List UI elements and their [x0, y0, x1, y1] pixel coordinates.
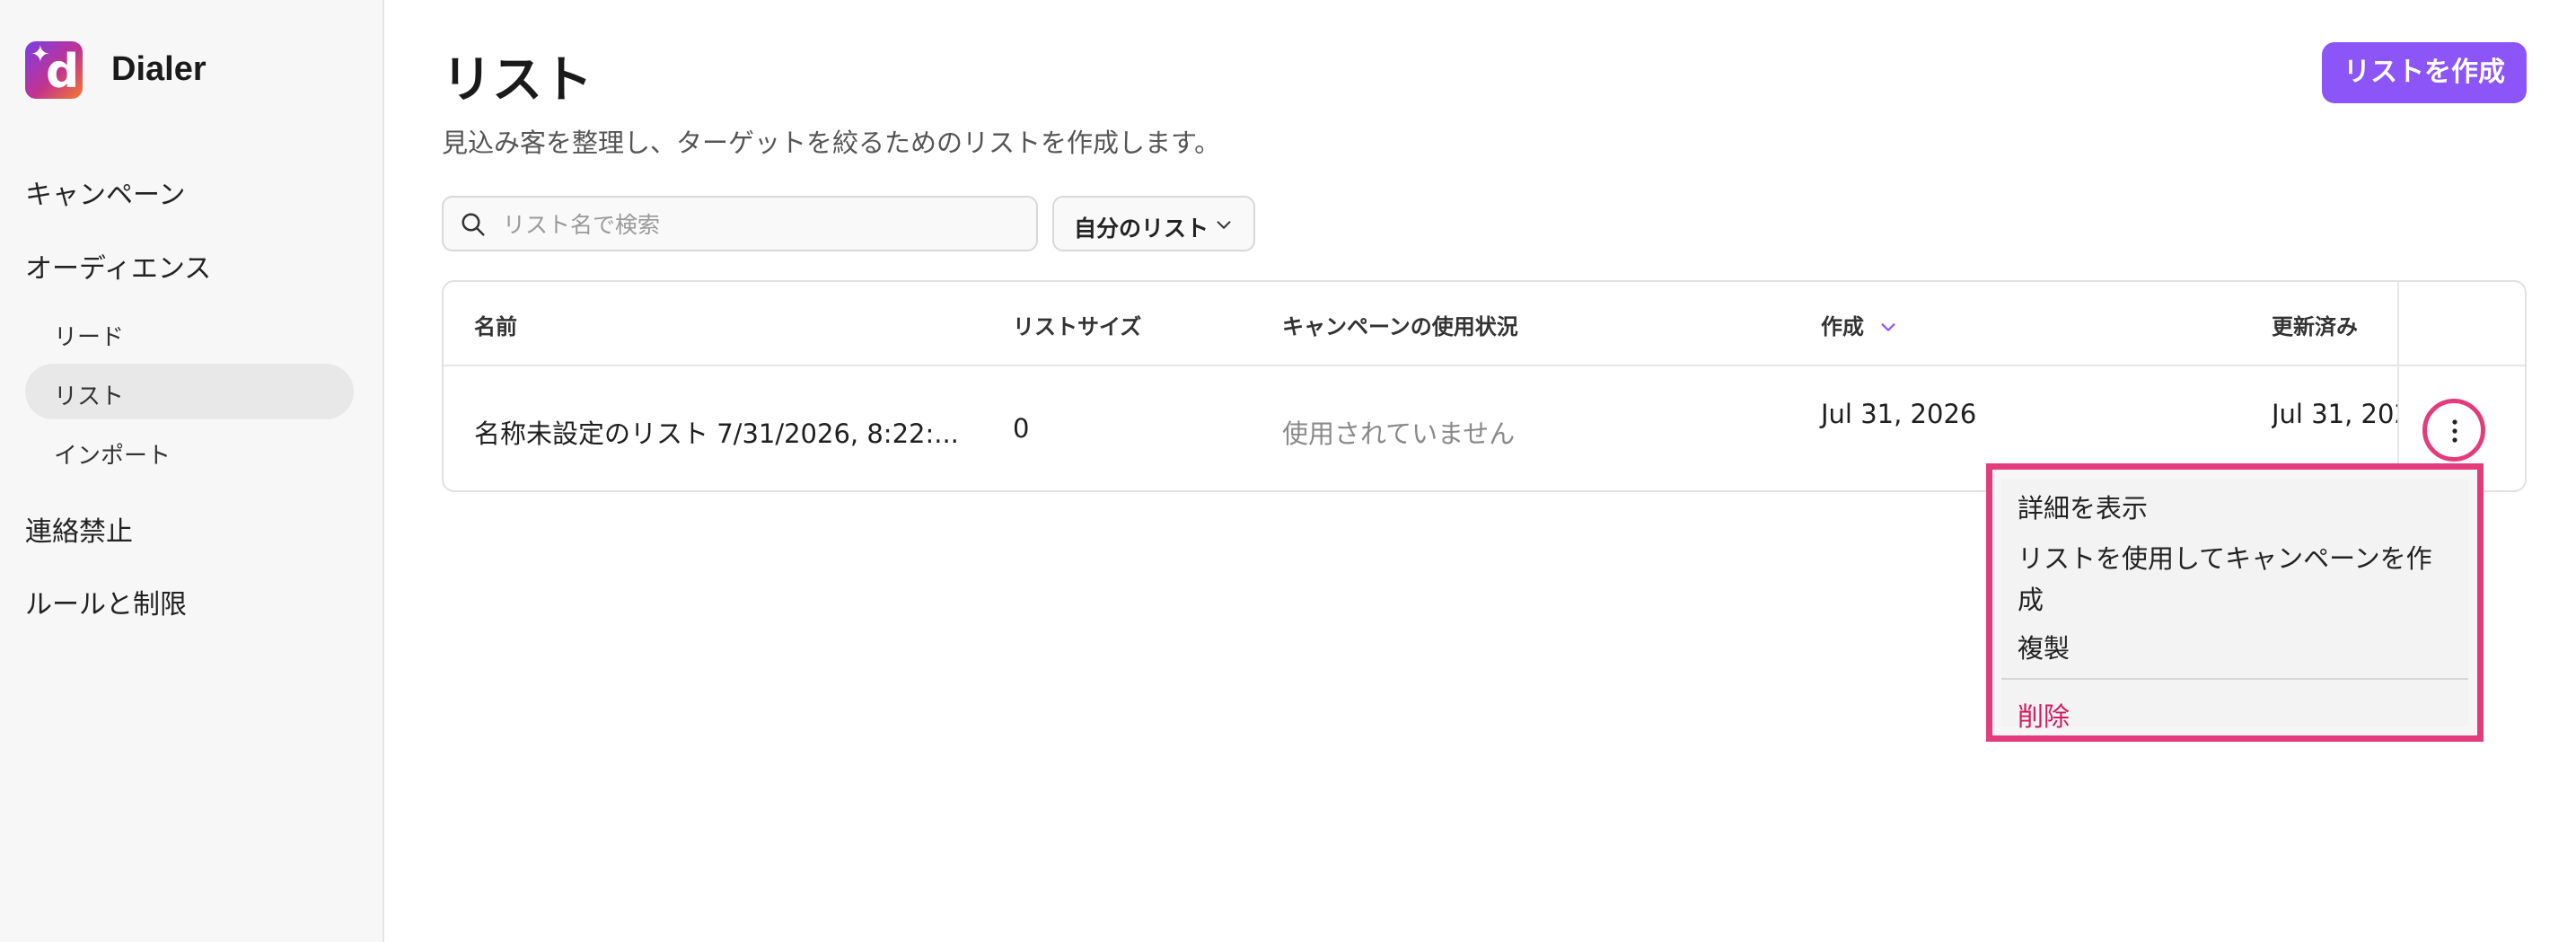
column-header-name[interactable]: 名前 [474, 309, 517, 340]
menu-item-create-campaign[interactable]: リストを使用してキャンペーンを作 成 [2018, 538, 2432, 617]
sidebar-item-campaigns[interactable]: キャンペーン [25, 172, 186, 212]
logo-letter: d [46, 45, 80, 99]
menu-item-duplicate[interactable]: 複製 [2018, 628, 2070, 665]
sidebar-item-do-not-contact[interactable]: 連絡禁止 [25, 509, 133, 549]
app: ✦ d Dialer キャンペーン オーディエンス リード リスト インポート … [0, 0, 2576, 942]
page-title: リスト [442, 51, 593, 110]
brand-name: Dialer [111, 50, 207, 88]
sidebar: ✦ d Dialer キャンペーン オーディエンス リード リスト インポート … [0, 0, 384, 942]
sort-chevron-down-icon [1881, 323, 1895, 331]
sidebar-item-lists[interactable]: リスト [54, 378, 124, 411]
cell-list-name[interactable]: 名称未設定のリスト 7/31/2026, 8:22:... [474, 413, 959, 451]
list-filter-dropdown[interactable]: 自分のリスト [1052, 196, 1255, 251]
cell-created: Jul 31, 2026 [1821, 399, 1977, 429]
sidebar-item-audience[interactable]: オーディエンス [25, 246, 211, 286]
menu-item-view-details[interactable]: 詳細を表示 [2018, 488, 2148, 525]
cell-updated: Jul 31, 202 [2272, 399, 2397, 429]
actions-column-divider [2397, 282, 2399, 490]
lists-table: 名前 リストサイズ キャンペーンの使用状況 作成 更新済み 名称未設定のリスト … [442, 280, 2527, 492]
page-subtitle: 見込み客を整理し、ターゲットを絞るためのリストを作成します。 [442, 128, 1221, 158]
chevron-down-icon [1217, 221, 1231, 229]
menu-divider [2001, 678, 2468, 680]
menu-item-create-campaign-line2: 成 [2018, 585, 2044, 615]
sidebar-item-rules-limits[interactable]: ルールと制限 [25, 582, 187, 621]
filter-label: 自分のリスト [1074, 216, 1209, 242]
menu-item-delete[interactable]: 削除 [2018, 696, 2070, 734]
column-header-created-label: 作成 [1821, 314, 1864, 339]
column-header-updated[interactable]: 更新済み [2272, 309, 2358, 340]
header-divider [444, 365, 2525, 366]
cell-campaign-usage: 使用されていません [1282, 418, 1516, 449]
sidebar-item-leads[interactable]: リード [54, 319, 124, 352]
search-icon [462, 213, 485, 236]
column-header-campaign-usage[interactable]: キャンペーンの使用状況 [1282, 309, 1518, 340]
menu-item-create-campaign-line1: リストを使用してキャンペーンを作 [2018, 543, 2432, 574]
cell-list-size: 0 [1013, 413, 1030, 444]
app-logo[interactable]: ✦ d [25, 41, 83, 99]
sidebar-item-import[interactable]: インポート [54, 437, 171, 471]
create-list-button[interactable]: リストを作成 [2322, 42, 2527, 103]
more-vertical-icon [2452, 419, 2457, 443]
column-header-list-size[interactable]: リストサイズ [1013, 309, 1141, 340]
row-actions-button[interactable] [2422, 399, 2485, 462]
search-box [442, 196, 1038, 251]
column-header-created[interactable]: 作成 [1821, 309, 1898, 340]
row-actions-menu: 詳細を表示 リストを使用してキャンペーンを作 成 複製 削除 [1986, 463, 2484, 742]
search-input[interactable] [503, 205, 1024, 244]
